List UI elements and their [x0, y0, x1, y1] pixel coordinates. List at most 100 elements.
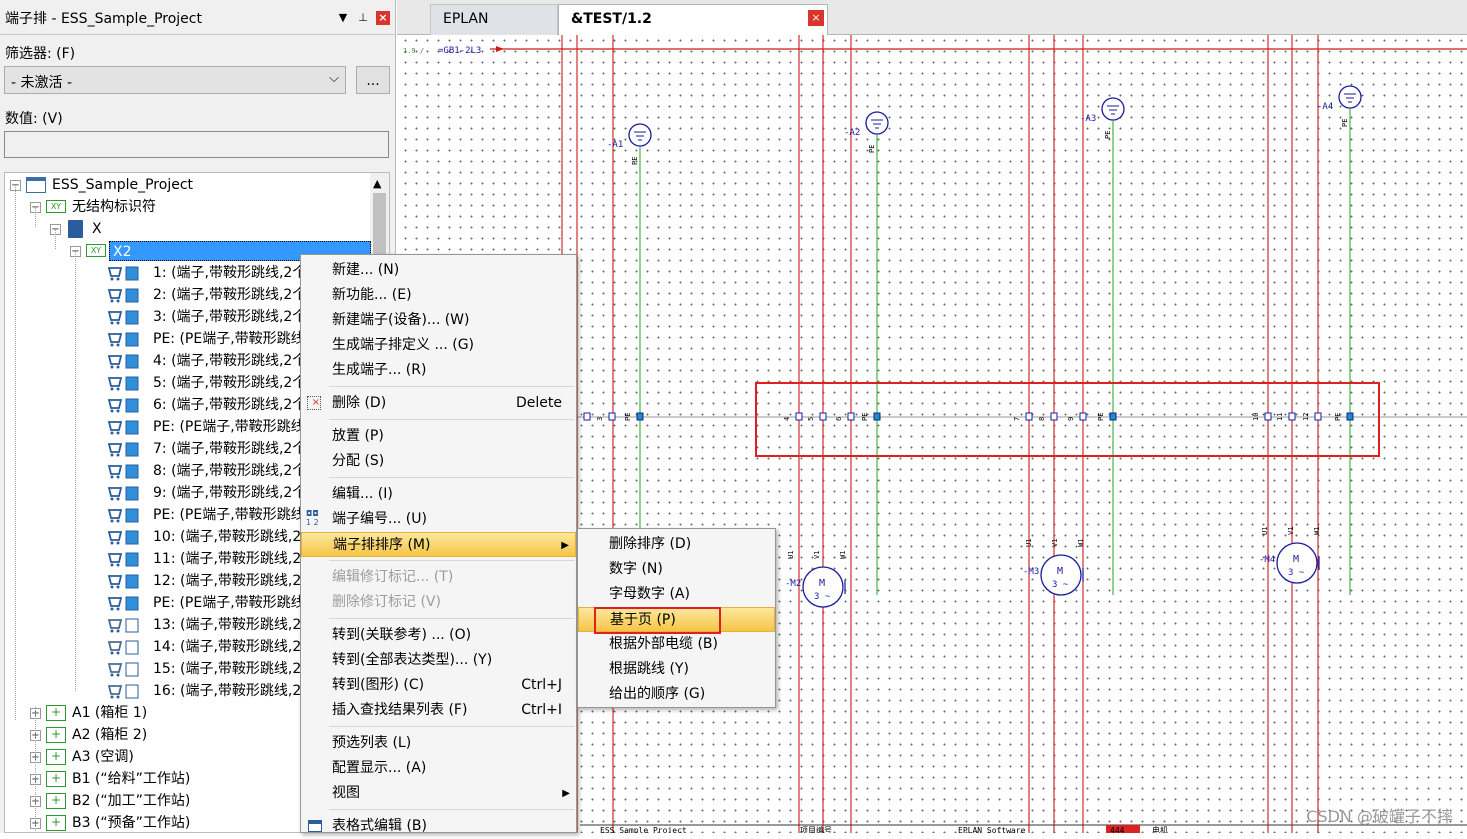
terminal-strip-icon	[68, 220, 83, 238]
context-menu-item-label: 端子排排序 (M)	[333, 537, 431, 553]
terminal-symbol	[1025, 412, 1033, 421]
context-menu-item[interactable]: 表格式编辑 (B)	[301, 814, 576, 839]
context-menu-item[interactable]: 端子排排序 (M) ▶	[301, 532, 576, 557]
context-menu-item[interactable]: 删除修订标记 (V)	[301, 590, 576, 615]
submenu-item[interactable]: 字母数字 (A)	[578, 582, 775, 607]
context-menu-item[interactable]: 配置显示... (A)	[301, 756, 576, 781]
context-menu-item-label: 表格式编辑 (B)	[332, 818, 427, 834]
submenu-item[interactable]: 数字 (N)	[578, 557, 775, 582]
terminal-icon	[107, 353, 142, 369]
menu-shortcut: Ctrl+J	[521, 677, 562, 693]
watermark: CSDN @破罐子不摔	[1306, 807, 1453, 826]
menu-shortcut: Ctrl+I	[521, 702, 562, 718]
terminal-symbol	[873, 412, 881, 421]
value-field[interactable]	[4, 131, 389, 158]
submenu-item[interactable]: 基于页 (P)	[578, 607, 775, 634]
context-menu-item[interactable]: 新建... (N)	[301, 258, 576, 283]
location-icon: +	[46, 793, 66, 809]
terminal-number: PE	[861, 413, 869, 421]
context-menu-item-label: 编辑... (I)	[332, 486, 393, 502]
tab-test-page[interactable]: &TEST/1.2 (ESS_Sample_Project)	[558, 4, 828, 55]
panel-close-icon[interactable]: ×	[376, 11, 390, 25]
context-menu-item[interactable]: 编辑... (I)	[301, 482, 576, 507]
submenu-arrow-icon: ▶	[562, 788, 570, 799]
context-menu-item[interactable]: 视图 ▶	[301, 781, 576, 806]
tab-close-icon[interactable]: ×	[808, 10, 824, 26]
context-menu-item[interactable]: 转到(关联参考) ... (O)	[301, 623, 576, 648]
terminal-number: 8	[1038, 417, 1046, 421]
tree-node-label: X	[92, 221, 102, 237]
pe-label: PE	[631, 157, 639, 165]
pin-icon[interactable]: ⊥	[356, 11, 370, 25]
motor-sub-label: 3 ~	[1052, 580, 1069, 590]
location-icon: +	[46, 749, 66, 765]
project-icon	[26, 177, 46, 193]
tree-connector-line	[55, 229, 56, 249]
filter-select[interactable]: - 未激活 - ⌵	[4, 66, 346, 94]
context-menu-item[interactable]: 删除 (D) Delete ×	[301, 391, 576, 416]
menu-separator	[329, 618, 574, 619]
submenu-item[interactable]: 删除排序 (D)	[578, 532, 775, 557]
terminal-symbol	[608, 412, 616, 421]
pin-label: V1	[1051, 539, 1059, 547]
context-menu-item-label: 新功能... (E)	[332, 287, 412, 303]
terminal-symbol	[1288, 412, 1296, 421]
panel-title-bar: 端子排 - ESS_Sample_Project ▼ ⊥ ×	[0, 0, 396, 35]
context-menu-item[interactable]: 生成端子排定义 ... (G)	[301, 333, 576, 358]
motor-label-ref: -M4	[1259, 555, 1275, 565]
context-menu-item[interactable]: 插入查找结果列表 (F) Ctrl+I	[301, 698, 576, 723]
terminal-number: PE	[1334, 413, 1342, 421]
pe-label: PE	[1104, 131, 1112, 139]
terminal-number: 7	[1013, 417, 1021, 421]
context-menu-item[interactable]: 分配 (S)	[301, 449, 576, 474]
terminal-symbol	[636, 412, 644, 421]
motor-label: M	[1057, 566, 1063, 577]
context-menu-item[interactable]: 生成端子... (R)	[301, 358, 576, 383]
context-menu-item-label: 插入查找结果列表 (F)	[332, 702, 468, 718]
terminal-number: 6	[835, 417, 843, 421]
motor-sub-label: 3 ~	[814, 592, 831, 602]
arrow-icon	[496, 46, 504, 52]
table-icon	[308, 820, 322, 832]
context-menu-item[interactable]: 编辑修订标记... (T)	[301, 565, 576, 590]
context-menu-item[interactable]: 新建端子(设备)... (W)	[301, 308, 576, 333]
pin-label: W1	[839, 551, 847, 559]
context-menu-item[interactable]: 预选列表 (L)	[301, 731, 576, 756]
panel-menu-icon[interactable]: ▼	[336, 11, 350, 25]
tree-connector-line	[75, 251, 76, 691]
footer-text: ESS_Sample_Project	[600, 826, 687, 833]
filter-more-button[interactable]: ...	[356, 66, 390, 94]
tree-connector-line	[35, 707, 36, 832]
ground-icon	[865, 111, 889, 135]
terminal-number: 4	[783, 417, 791, 421]
terminal-number: 10	[1252, 413, 1260, 421]
xy-icon: XY	[86, 244, 106, 257]
terminal-icon	[107, 529, 142, 545]
terminal-icon	[107, 485, 142, 501]
terminal-symbol	[1264, 412, 1272, 421]
submenu-item[interactable]: 根据外部电缆 (B)	[578, 632, 775, 657]
scroll-up-icon[interactable]: ▲	[373, 177, 381, 190]
context-menu-item[interactable]: 放置 (P)	[301, 424, 576, 449]
location-icon: +	[46, 815, 66, 831]
submenu-item[interactable]: 给出的顺序 (G)	[578, 682, 775, 707]
terminal-icon	[107, 331, 142, 347]
context-menu-item[interactable]: 端子编号... (U) ◘◘ 1 2	[301, 507, 576, 532]
highlight-box	[594, 607, 721, 634]
context-menu-item[interactable]: 新功能... (E)	[301, 283, 576, 308]
tree-node-label: 无结构标识符	[72, 199, 156, 215]
submenu-item[interactable]: 根据跳线 (Y)	[578, 657, 775, 682]
page-reference: 1.9 /	[403, 47, 424, 55]
pin-label: U1	[787, 551, 795, 559]
context-menu-item[interactable]: 转到(全部表达类型)... (Y)	[301, 648, 576, 673]
context-menu-item-label: 转到(图形) (C)	[332, 677, 425, 693]
context-menu-item[interactable]: 转到(图形) (C) Ctrl+J	[301, 673, 576, 698]
xy-icon: XY	[46, 200, 66, 213]
tab-eplan-tutorials[interactable]: EPLAN Tutorials	[430, 4, 558, 55]
terminal-symbol	[1050, 412, 1058, 421]
tree-group-label: A3 (空调)	[72, 749, 134, 765]
tree-group-label: A2 (箱柜 2)	[72, 727, 148, 743]
tree-group-label: B1 (“给料”工作站)	[72, 771, 191, 787]
terminal-icon	[107, 397, 142, 413]
terminal-symbol	[1346, 412, 1354, 421]
